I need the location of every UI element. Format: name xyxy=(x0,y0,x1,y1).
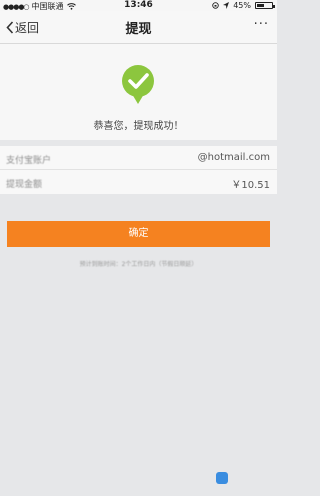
withdraw-details: 支付宝账户 @hotmail.com 提现金额 ￥10.51 xyxy=(0,146,277,194)
account-label: 支付宝账户 xyxy=(6,156,52,166)
detail-row-account: 支付宝账户 @hotmail.com xyxy=(0,146,277,170)
location-icon xyxy=(223,2,230,9)
orientation-lock-icon xyxy=(212,2,219,9)
success-message: 恭喜您，提现成功！ xyxy=(93,121,184,132)
success-check-icon xyxy=(122,65,154,104)
nav-bar: 返回 提现 ··· xyxy=(0,11,277,44)
watermark-logo xyxy=(216,472,228,484)
watermark-icon xyxy=(216,472,228,484)
more-button[interactable]: ··· xyxy=(254,17,269,32)
status-right: 45% xyxy=(212,1,275,10)
confirm-button[interactable]: 确定 xyxy=(7,221,270,247)
page-title: 提现 xyxy=(125,22,152,37)
account-value: @hotmail.com xyxy=(197,152,270,163)
detail-row-amount: 提现金额 ￥10.51 xyxy=(0,170,277,194)
battery-icon xyxy=(255,2,275,9)
success-section: 恭喜您，提现成功！ xyxy=(0,44,277,140)
arrival-note: 预计到账时间：2个工作日内（节假日顺延） xyxy=(79,261,198,268)
amount-label: 提现金额 xyxy=(6,180,43,190)
battery-percent: 45% xyxy=(233,1,251,10)
status-bar: ●●●●○ 中国联通 13:46 45% xyxy=(0,0,277,11)
amount-value: ￥10.51 xyxy=(231,180,270,191)
